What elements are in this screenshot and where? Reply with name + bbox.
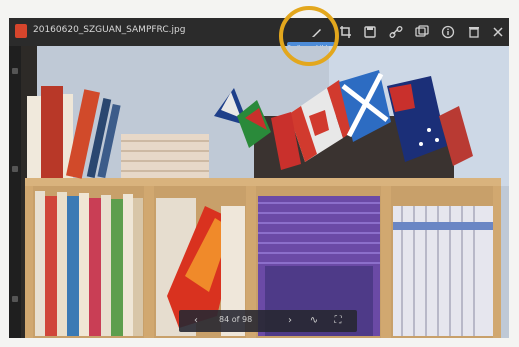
left-rail [9,46,21,338]
fullscreen-icon[interactable]: ⛶ [331,314,345,328]
rail-marker [12,296,18,302]
link-icon[interactable] [387,23,405,41]
app-icon [15,24,27,38]
slideshow-icon[interactable]: ∿ [307,314,321,328]
file-name: 20160620_SZGUAN_SAMPFRC.jpg [33,25,186,35]
photo-viewport[interactable] [9,46,509,338]
title-bar: 20160620_SZGUAN_SAMPFRC.jpg [9,18,509,46]
highlight-circle [279,6,339,66]
rail-marker [12,68,18,74]
photo [9,46,509,338]
image-counter: 84 of 98 [219,315,253,324]
next-button[interactable]: › [283,314,297,328]
rail-marker [12,166,18,172]
trash-icon[interactable] [465,23,483,41]
image-viewer-window: 20160620_SZGUAN_SAMPFRC.jpg Redigera bil… [9,18,509,338]
copy-icon[interactable] [413,23,431,41]
save-icon[interactable] [361,23,379,41]
info-icon[interactable] [439,23,457,41]
crop-icon[interactable] [337,23,355,41]
navigation-bar: ‹ 84 of 98 › ∿ ⛶ [179,310,357,332]
previous-button[interactable]: ‹ [189,314,203,328]
close-icon[interactable] [489,23,507,41]
